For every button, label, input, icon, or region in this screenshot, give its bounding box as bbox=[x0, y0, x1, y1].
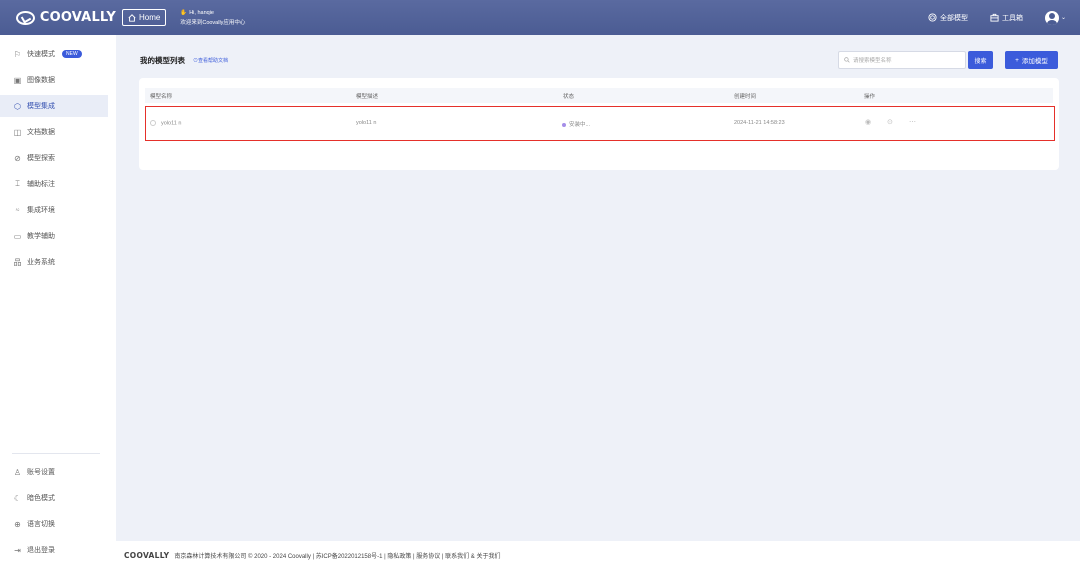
sidebar-item-image-data[interactable]: ▣ 图像数据 bbox=[0, 69, 108, 91]
table-header: 模型名称 模型描述 状态 创建时间 操作 bbox=[145, 88, 1053, 103]
toolbox-link[interactable]: 工具箱 bbox=[990, 13, 1023, 23]
compass-icon: ⊘ bbox=[14, 153, 21, 163]
sidebar: ⚐ 快速模式 NEW ▣ 图像数据 ⬡ 模型集成 ◫ 文档数据 ⊘ 模型探索 ⌶… bbox=[0, 35, 116, 569]
sidebar-item-business[interactable]: 品 业务系统 bbox=[0, 251, 108, 273]
logo-text: COOVALLY bbox=[39, 10, 116, 25]
model-list-card: 我的模型列表 ⊙查看帮助文档 请搜索模型名称 搜索 + 添加模型 模型名称 模型… bbox=[139, 45, 1059, 170]
logo-icon bbox=[16, 10, 35, 25]
home-icon bbox=[128, 13, 136, 22]
cube-icon: ⬡ bbox=[14, 101, 21, 111]
more-icon[interactable]: ⋯ bbox=[909, 118, 916, 126]
column-header-actions: 操作 bbox=[864, 94, 876, 100]
view-icon[interactable]: ◉ bbox=[865, 118, 871, 126]
model-description: yolo11 n bbox=[356, 120, 377, 126]
image-icon: ▣ bbox=[13, 75, 22, 85]
column-header-created: 创建时间 bbox=[734, 94, 757, 100]
sidebar-item-label: 退出登录 bbox=[27, 547, 55, 554]
help-doc-link[interactable]: ⊙查看帮助文档 bbox=[193, 57, 228, 64]
environment-icon: ⍨ bbox=[15, 205, 20, 214]
loading-spinner-icon bbox=[150, 120, 156, 126]
sidebar-item-label: 辅助标注 bbox=[27, 181, 55, 188]
sidebar-item-label: 图像数据 bbox=[27, 77, 55, 84]
search-placeholder: 请搜索模型名称 bbox=[853, 58, 892, 64]
welcome-text: 欢迎来到Coovally应用中心 bbox=[180, 19, 246, 26]
settings-icon[interactable]: ⊙ bbox=[887, 118, 893, 126]
sidebar-item-label: 文档数据 bbox=[27, 129, 55, 136]
search-button[interactable]: 搜索 bbox=[968, 51, 993, 69]
sidebar-item-account-settings[interactable]: ♙ 账号设置 bbox=[0, 461, 108, 483]
footer: COOVALLY 南京森林计算技术有限公司 © 2020 - 2024 Coov… bbox=[116, 541, 1080, 569]
all-models-link[interactable]: 全部模型 bbox=[928, 13, 968, 23]
sidebar-item-integrated-env[interactable]: ⍨ 集成环境 bbox=[0, 199, 108, 221]
sidebar-item-language[interactable]: ⊕ 语言切换 bbox=[0, 513, 108, 535]
home-label: Home bbox=[139, 13, 161, 22]
chat-icon: ▭ bbox=[13, 231, 22, 241]
sidebar-item-label: 模型探索 bbox=[27, 155, 55, 162]
search-icon bbox=[844, 57, 850, 63]
user-menu[interactable]: ⌄ bbox=[1044, 10, 1066, 25]
greeting-text: Hi, hanqie bbox=[189, 9, 214, 16]
sidebar-item-label: 集成环境 bbox=[27, 207, 55, 214]
footer-text: 南京森林计算技术有限公司 © 2020 - 2024 Coovally | 苏I… bbox=[174, 553, 501, 560]
sidebar-item-label: 语言切换 bbox=[27, 521, 55, 528]
status-dot-icon bbox=[562, 122, 566, 127]
sidebar-item-dark-mode[interactable]: ☾ 暗色模式 bbox=[0, 487, 108, 509]
all-models-label: 全部模型 bbox=[939, 14, 968, 22]
model-name: yolo11 n bbox=[161, 120, 182, 127]
sidebar-item-quick-mode[interactable]: ⚐ 快速模式 NEW bbox=[0, 43, 108, 65]
moon-icon: ☾ bbox=[13, 493, 22, 503]
avatar bbox=[1044, 10, 1059, 25]
sidebar-divider bbox=[12, 453, 100, 454]
wave-icon: ✋ bbox=[180, 9, 188, 16]
sidebar-item-model-explore[interactable]: ⊘ 模型探索 bbox=[0, 147, 108, 169]
logout-icon: ⇥ bbox=[14, 545, 21, 555]
sidebar-item-label: 暗色模式 bbox=[27, 495, 55, 502]
chevron-down-icon: ⌄ bbox=[1060, 15, 1066, 21]
book-icon: ◫ bbox=[13, 127, 22, 137]
add-model-label: 添加模型 bbox=[1021, 58, 1048, 65]
top-bar: COOVALLY Home ✋ Hi, hanqie 欢迎来到Coovally应用… bbox=[0, 0, 1080, 35]
cube-icon bbox=[928, 13, 937, 22]
status-badge: 安装中... bbox=[569, 122, 591, 128]
page-title: 我的模型列表 bbox=[140, 55, 185, 65]
rocket-icon: ⚐ bbox=[13, 49, 22, 59]
column-header-name: 模型名称 bbox=[150, 94, 173, 100]
sidebar-item-document-data[interactable]: ◫ 文档数据 bbox=[0, 121, 108, 143]
sidebar-item-label: 模型集成 bbox=[27, 103, 55, 110]
footer-logo: COOVALLY bbox=[124, 550, 170, 560]
sidebar-item-assist-label[interactable]: ⌶ 辅助标注 bbox=[0, 173, 108, 195]
plus-icon: + bbox=[1015, 56, 1019, 64]
model-table: 模型名称 模型描述 状态 创建时间 操作 yolo11 n yolo11 n 安… bbox=[139, 78, 1059, 170]
sidebar-item-label: 业务系统 bbox=[27, 259, 55, 266]
org-chart-icon: 品 bbox=[13, 257, 22, 267]
app-logo[interactable]: COOVALLY bbox=[16, 10, 116, 25]
created-time: 2024-11-21 14:58:23 bbox=[734, 120, 785, 126]
toolbox-icon bbox=[990, 13, 999, 22]
main-content: 我的模型列表 ⊙查看帮助文档 请搜索模型名称 搜索 + 添加模型 模型名称 模型… bbox=[116, 35, 1080, 541]
user-icon: ♙ bbox=[13, 467, 22, 477]
sidebar-item-model-integration[interactable]: ⬡ 模型集成 bbox=[0, 95, 108, 117]
annotate-icon: ⌶ bbox=[15, 179, 20, 188]
globe-icon: ⊕ bbox=[14, 519, 21, 529]
greeting-block: ✋ Hi, hanqie 欢迎来到Coovally应用中心 bbox=[180, 10, 245, 26]
home-button[interactable]: Home bbox=[122, 9, 167, 26]
table-row[interactable]: yolo11 n yolo11 n 安装中... 2024-11-21 14:5… bbox=[145, 106, 1055, 141]
status-cell: 安装中... bbox=[562, 120, 590, 128]
column-header-description: 模型描述 bbox=[356, 94, 379, 100]
sidebar-item-teaching[interactable]: ▭ 教学辅助 bbox=[0, 225, 108, 247]
sidebar-item-label: 快速模式 bbox=[27, 51, 55, 58]
sidebar-item-label: 教学辅助 bbox=[27, 233, 55, 240]
toolbox-label: 工具箱 bbox=[1001, 14, 1023, 22]
model-name-cell: yolo11 n bbox=[150, 120, 181, 126]
sidebar-item-label: 账号设置 bbox=[27, 469, 55, 476]
search-input[interactable]: 请搜索模型名称 bbox=[838, 51, 966, 69]
new-badge: NEW bbox=[62, 50, 82, 58]
column-header-status: 状态 bbox=[563, 94, 575, 100]
sidebar-item-logout[interactable]: ⇥ 退出登录 bbox=[0, 539, 108, 561]
add-model-button[interactable]: + 添加模型 bbox=[1005, 51, 1058, 69]
